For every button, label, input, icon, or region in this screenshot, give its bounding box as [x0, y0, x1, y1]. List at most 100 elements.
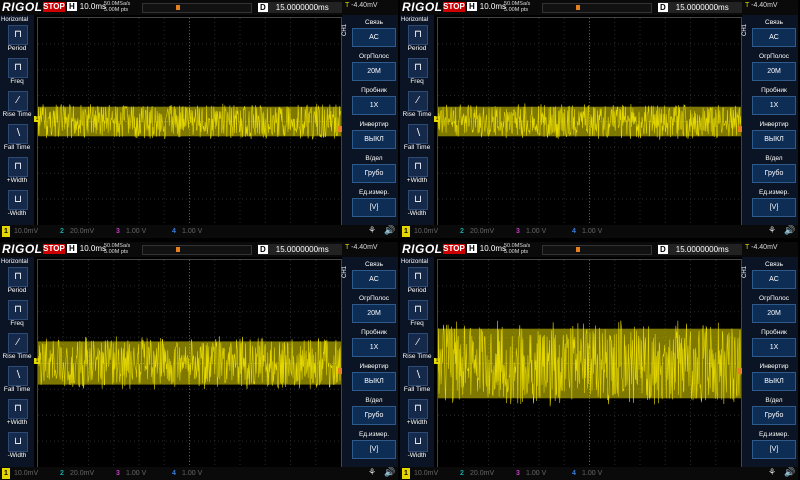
ch2-status[interactable]: 2 20.0mV [458, 226, 494, 237]
measure-item[interactable]: ⊔ -Width [400, 188, 434, 221]
ch2-status[interactable]: 2 20.0mV [58, 226, 94, 237]
fall-time-icon: ∖ [408, 366, 428, 386]
setting-value[interactable]: Грубо [352, 406, 396, 425]
setting-value[interactable]: 20M [352, 304, 396, 323]
ch4-status[interactable]: 4 1.00 V [170, 468, 202, 479]
setting-value[interactable]: 1X [752, 96, 796, 115]
measure-item[interactable]: ⊓ +Width [0, 397, 34, 430]
measure-item[interactable]: ⊓ Freq [400, 56, 434, 89]
measure-item[interactable]: ∖ Fall Time [400, 122, 434, 155]
setting-value[interactable]: [V] [752, 440, 796, 459]
setting-value[interactable]: 20M [352, 62, 396, 81]
run-stop-status[interactable]: STOP [443, 2, 465, 12]
setting-value[interactable]: AC [752, 28, 796, 47]
measure-item[interactable]: ⊓ +Width [400, 155, 434, 188]
measure-item[interactable]: ⊓ Freq [0, 298, 34, 331]
measure-item[interactable]: ⊔ -Width [0, 430, 34, 463]
setting-value[interactable]: 1X [352, 338, 396, 357]
setting-value[interactable]: Грубо [752, 406, 796, 425]
ch3-status[interactable]: 3 1.00 V [114, 468, 146, 479]
ch1-trace [38, 103, 341, 140]
setting-title: Инвертир [359, 121, 389, 128]
setting-value[interactable]: 20M [752, 62, 796, 81]
ch2-number: 2 [60, 470, 64, 477]
channel-setting[interactable]: Пробник 1X [352, 328, 396, 360]
channel-setting[interactable]: Ед.измер. [V] [352, 188, 396, 220]
setting-value[interactable]: Грубо [752, 164, 796, 183]
setting-value[interactable]: ВЫКЛ [752, 130, 796, 149]
measure-item[interactable]: ⊓ Freq [400, 298, 434, 331]
setting-value[interactable]: Грубо [352, 164, 396, 183]
ch3-status[interactable]: 3 1.00 V [514, 468, 546, 479]
channel-setting[interactable]: Связь AC [752, 18, 796, 50]
channel-setting[interactable]: Связь AC [752, 260, 796, 292]
channel-setting[interactable]: Пробник 1X [752, 328, 796, 360]
channel-setting[interactable]: В/дел Грубо [752, 396, 796, 428]
ch2-status[interactable]: 2 20.0mV [58, 468, 94, 479]
measure-item[interactable]: ∕ Rise Time [400, 331, 434, 364]
ch4-status[interactable]: 4 1.00 V [570, 468, 602, 479]
channel-setting[interactable]: Связь AC [352, 260, 396, 292]
ch1-status[interactable]: 1 10.0mV [402, 468, 438, 479]
ch1-status[interactable]: 1 10.0mV [2, 468, 38, 479]
channel-setting[interactable]: В/дел Грубо [752, 154, 796, 186]
channel-setting[interactable]: Инвертир ВЫКЛ [752, 362, 796, 394]
ch2-number: 2 [60, 228, 64, 235]
measure-item[interactable]: ∖ Fall Time [400, 364, 434, 397]
channel-bar: 1 10.0mV 2 20.0mV 3 1.00 V 4 1.00 V ⚘ 🔊 [0, 225, 398, 238]
channel-setting[interactable]: Ед.измер. [V] [352, 430, 396, 462]
setting-value[interactable]: [V] [752, 198, 796, 217]
run-stop-status[interactable]: STOP [43, 244, 65, 254]
channel-setting[interactable]: Пробник 1X [352, 86, 396, 118]
measure-item[interactable]: ∖ Fall Time [0, 364, 34, 397]
setting-value[interactable]: ВЫКЛ [352, 130, 396, 149]
setting-value[interactable]: [V] [352, 198, 396, 217]
ch4-status[interactable]: 4 1.00 V [170, 226, 202, 237]
channel-setting[interactable]: Инвертир ВЫКЛ [352, 362, 396, 394]
setting-value[interactable]: 1X [352, 96, 396, 115]
setting-value[interactable]: ВЫКЛ [352, 372, 396, 391]
channel-setting[interactable]: Ед.измер. [V] [752, 430, 796, 462]
measure-item[interactable]: ∕ Rise Time [0, 331, 34, 364]
measure-item[interactable]: ∕ Rise Time [0, 89, 34, 122]
measure-item[interactable]: ⊓ +Width [400, 397, 434, 430]
setting-title: Связь [765, 19, 783, 26]
measure-item[interactable]: ⊔ -Width [0, 188, 34, 221]
setting-value[interactable]: ВЫКЛ [752, 372, 796, 391]
ch1-status[interactable]: 1 10.0mV [2, 226, 38, 237]
measure-item[interactable]: ⊓ +Width [0, 155, 34, 188]
measure-item[interactable]: ⊓ Period [0, 265, 34, 298]
channel-setting[interactable]: Ед.измер. [V] [752, 188, 796, 220]
run-stop-status[interactable]: STOP [443, 244, 465, 254]
setting-value[interactable]: 20M [752, 304, 796, 323]
measure-item[interactable]: ⊓ Period [0, 23, 34, 56]
channel-setting[interactable]: ОгрПолос 20M [352, 52, 396, 84]
channel-setting[interactable]: ОгрПолос 20M [352, 294, 396, 326]
setting-title: Ед.измер. [358, 431, 390, 438]
channel-setting[interactable]: В/дел Грубо [352, 154, 396, 186]
setting-value[interactable]: AC [352, 270, 396, 289]
ch3-status[interactable]: 3 1.00 V [514, 226, 546, 237]
ch3-status[interactable]: 3 1.00 V [114, 226, 146, 237]
channel-setting[interactable]: ОгрПолос 20M [752, 52, 796, 84]
channel-setting[interactable]: В/дел Грубо [352, 396, 396, 428]
ch4-status[interactable]: 4 1.00 V [570, 226, 602, 237]
setting-value[interactable]: [V] [352, 440, 396, 459]
measure-item[interactable]: ⊓ Period [400, 265, 434, 298]
run-stop-status[interactable]: STOP [43, 2, 65, 12]
channel-setting[interactable]: Пробник 1X [752, 86, 796, 118]
channel-setting[interactable]: Инвертир ВЫКЛ [752, 120, 796, 152]
ch1-status[interactable]: 1 10.0mV [402, 226, 438, 237]
setting-value[interactable]: 1X [752, 338, 796, 357]
setting-value[interactable]: AC [752, 270, 796, 289]
measure-item[interactable]: ⊔ -Width [400, 430, 434, 463]
measure-item[interactable]: ⊓ Freq [0, 56, 34, 89]
ch2-status[interactable]: 2 20.0mV [458, 468, 494, 479]
channel-setting[interactable]: Связь AC [352, 18, 396, 50]
measure-item[interactable]: ⊓ Period [400, 23, 434, 56]
measure-item[interactable]: ∖ Fall Time [0, 122, 34, 155]
measure-item[interactable]: ∕ Rise Time [400, 89, 434, 122]
channel-setting[interactable]: ОгрПолос 20M [752, 294, 796, 326]
setting-value[interactable]: AC [352, 28, 396, 47]
channel-setting[interactable]: Инвертир ВЫКЛ [352, 120, 396, 152]
